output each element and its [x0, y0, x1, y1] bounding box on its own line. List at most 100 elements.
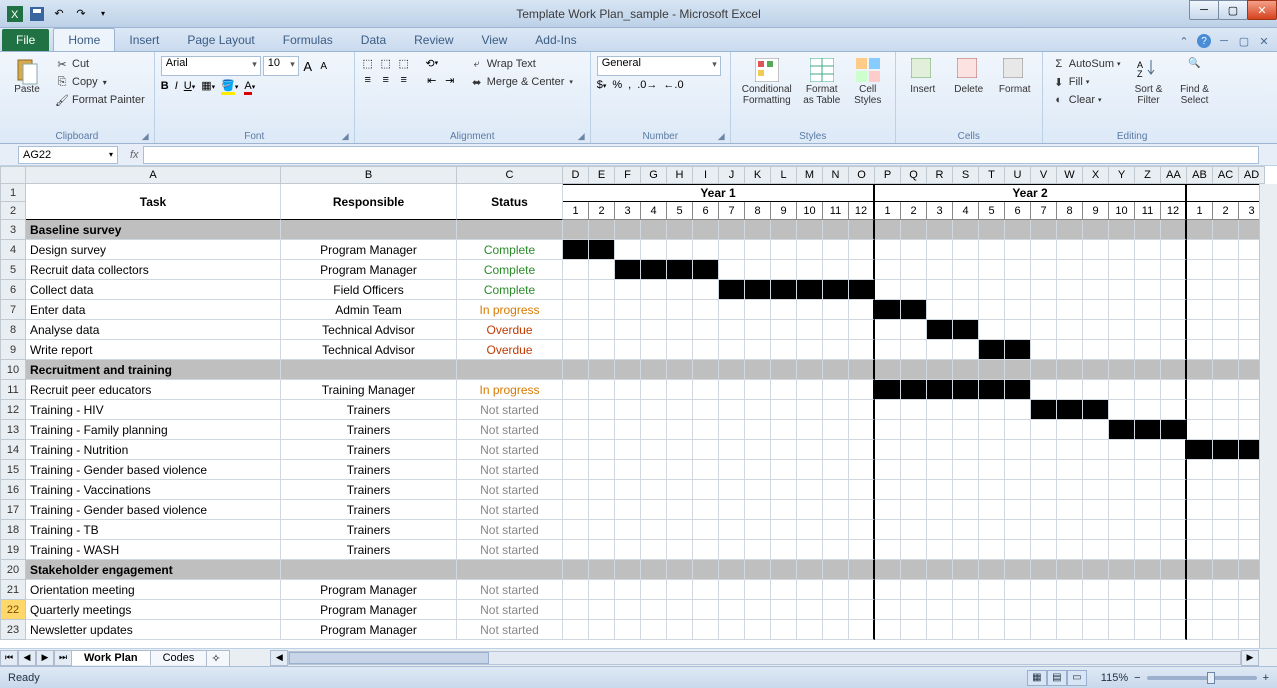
fx-icon[interactable]: fx	[130, 149, 139, 161]
increase-decimal-button[interactable]: .0→	[637, 79, 657, 91]
column-header[interactable]: W	[1057, 166, 1083, 184]
responsible-cell[interactable]: Training Manager	[281, 380, 457, 400]
gantt-cell[interactable]	[901, 240, 927, 260]
gantt-cell[interactable]	[979, 620, 1005, 640]
gantt-cell[interactable]	[1109, 420, 1135, 440]
gantt-cell[interactable]	[641, 500, 667, 520]
gantt-cell[interactable]	[719, 280, 745, 300]
gantt-cell[interactable]	[563, 420, 589, 440]
gantt-cell[interactable]	[1005, 320, 1031, 340]
task-cell[interactable]: Training - Gender based violence	[26, 500, 281, 520]
status-cell[interactable]: Complete	[457, 240, 563, 260]
column-header[interactable]: J	[719, 166, 745, 184]
gantt-cell[interactable]	[875, 580, 901, 600]
redo-icon[interactable]: ↷	[72, 5, 90, 23]
gantt-cell[interactable]	[1187, 320, 1213, 340]
gantt-cell[interactable]	[849, 440, 875, 460]
gantt-cell[interactable]	[875, 600, 901, 620]
tab-insert[interactable]: Insert	[115, 29, 173, 51]
gantt-cell[interactable]	[667, 420, 693, 440]
gantt-cell[interactable]	[1031, 260, 1057, 280]
gantt-cell[interactable]	[1213, 480, 1239, 500]
fill-color-button[interactable]: 🪣▾	[221, 79, 238, 92]
task-cell[interactable]: Training - WASH	[26, 540, 281, 560]
row-header[interactable]: 22	[0, 600, 26, 620]
gantt-cell[interactable]	[823, 480, 849, 500]
status-cell[interactable]: In progress	[457, 380, 563, 400]
gantt-cell[interactable]	[1057, 520, 1083, 540]
gantt-cell[interactable]	[641, 400, 667, 420]
gantt-cell[interactable]	[719, 480, 745, 500]
sheet-tab-workplan[interactable]: Work Plan	[71, 650, 151, 665]
gantt-cell[interactable]	[901, 620, 927, 640]
gantt-cell[interactable]	[849, 420, 875, 440]
task-cell[interactable]: Training - Nutrition	[26, 440, 281, 460]
gantt-cell[interactable]	[563, 320, 589, 340]
italic-button[interactable]: I	[175, 80, 178, 92]
status-cell[interactable]: Not started	[457, 440, 563, 460]
gantt-cell[interactable]	[771, 380, 797, 400]
gantt-cell[interactable]	[563, 340, 589, 360]
status-cell[interactable]: Not started	[457, 620, 563, 640]
task-cell[interactable]: Newsletter updates	[26, 620, 281, 640]
name-box[interactable]: AG22▾	[18, 146, 118, 164]
gantt-cell[interactable]	[719, 620, 745, 640]
gantt-cell[interactable]	[1057, 460, 1083, 480]
comma-button[interactable]: ,	[628, 79, 631, 91]
gantt-cell[interactable]	[797, 240, 823, 260]
gantt-cell[interactable]	[563, 460, 589, 480]
gantt-cell[interactable]	[719, 240, 745, 260]
gantt-cell[interactable]	[719, 580, 745, 600]
gantt-cell[interactable]	[1083, 460, 1109, 480]
gantt-cell[interactable]	[771, 420, 797, 440]
responsible-cell[interactable]: Program Manager	[281, 580, 457, 600]
minimize-button[interactable]: ─	[1189, 0, 1219, 20]
gantt-cell[interactable]	[719, 400, 745, 420]
task-cell[interactable]: Recruit peer educators	[26, 380, 281, 400]
gantt-cell[interactable]	[667, 500, 693, 520]
gantt-cell[interactable]	[901, 540, 927, 560]
column-header[interactable]: G	[641, 166, 667, 184]
tab-nav-last[interactable]: ⏭	[54, 650, 72, 666]
gantt-cell[interactable]	[849, 380, 875, 400]
delete-cells-button[interactable]: Delete	[948, 56, 990, 97]
gantt-cell[interactable]	[1005, 500, 1031, 520]
gantt-cell[interactable]	[823, 520, 849, 540]
row-header[interactable]: 9	[0, 340, 26, 360]
gantt-cell[interactable]	[693, 500, 719, 520]
gantt-cell[interactable]	[1187, 400, 1213, 420]
gantt-cell[interactable]	[667, 240, 693, 260]
row-header[interactable]: 23	[0, 620, 26, 640]
gantt-cell[interactable]	[1083, 600, 1109, 620]
gantt-cell[interactable]	[797, 420, 823, 440]
gantt-cell[interactable]	[797, 400, 823, 420]
gantt-cell[interactable]	[1161, 340, 1187, 360]
gantt-cell[interactable]	[745, 620, 771, 640]
copy-button[interactable]: ⎘Copy▾	[52, 74, 148, 90]
gantt-cell[interactable]	[771, 500, 797, 520]
border-button[interactable]: ▦▾	[201, 79, 215, 92]
gantt-cell[interactable]	[953, 580, 979, 600]
clipboard-launcher-icon[interactable]: ◢	[142, 131, 152, 141]
gantt-cell[interactable]	[1031, 460, 1057, 480]
status-cell[interactable]: Not started	[457, 540, 563, 560]
column-header[interactable]: O	[849, 166, 875, 184]
row-header[interactable]: 20	[0, 560, 26, 580]
gantt-cell[interactable]	[745, 480, 771, 500]
gantt-cell[interactable]	[563, 500, 589, 520]
tab-nav-prev[interactable]: ◀	[18, 650, 36, 666]
gantt-cell[interactable]	[771, 460, 797, 480]
gantt-cell[interactable]	[615, 240, 641, 260]
gantt-cell[interactable]	[771, 300, 797, 320]
column-header[interactable]: AD	[1239, 166, 1265, 184]
gantt-cell[interactable]	[745, 320, 771, 340]
gantt-cell[interactable]	[953, 300, 979, 320]
gantt-cell[interactable]	[797, 260, 823, 280]
gantt-cell[interactable]	[771, 340, 797, 360]
gantt-cell[interactable]	[1083, 340, 1109, 360]
gantt-cell[interactable]	[927, 460, 953, 480]
gantt-cell[interactable]	[979, 260, 1005, 280]
gantt-cell[interactable]	[719, 300, 745, 320]
column-header[interactable]: M	[797, 166, 823, 184]
gantt-cell[interactable]	[745, 280, 771, 300]
